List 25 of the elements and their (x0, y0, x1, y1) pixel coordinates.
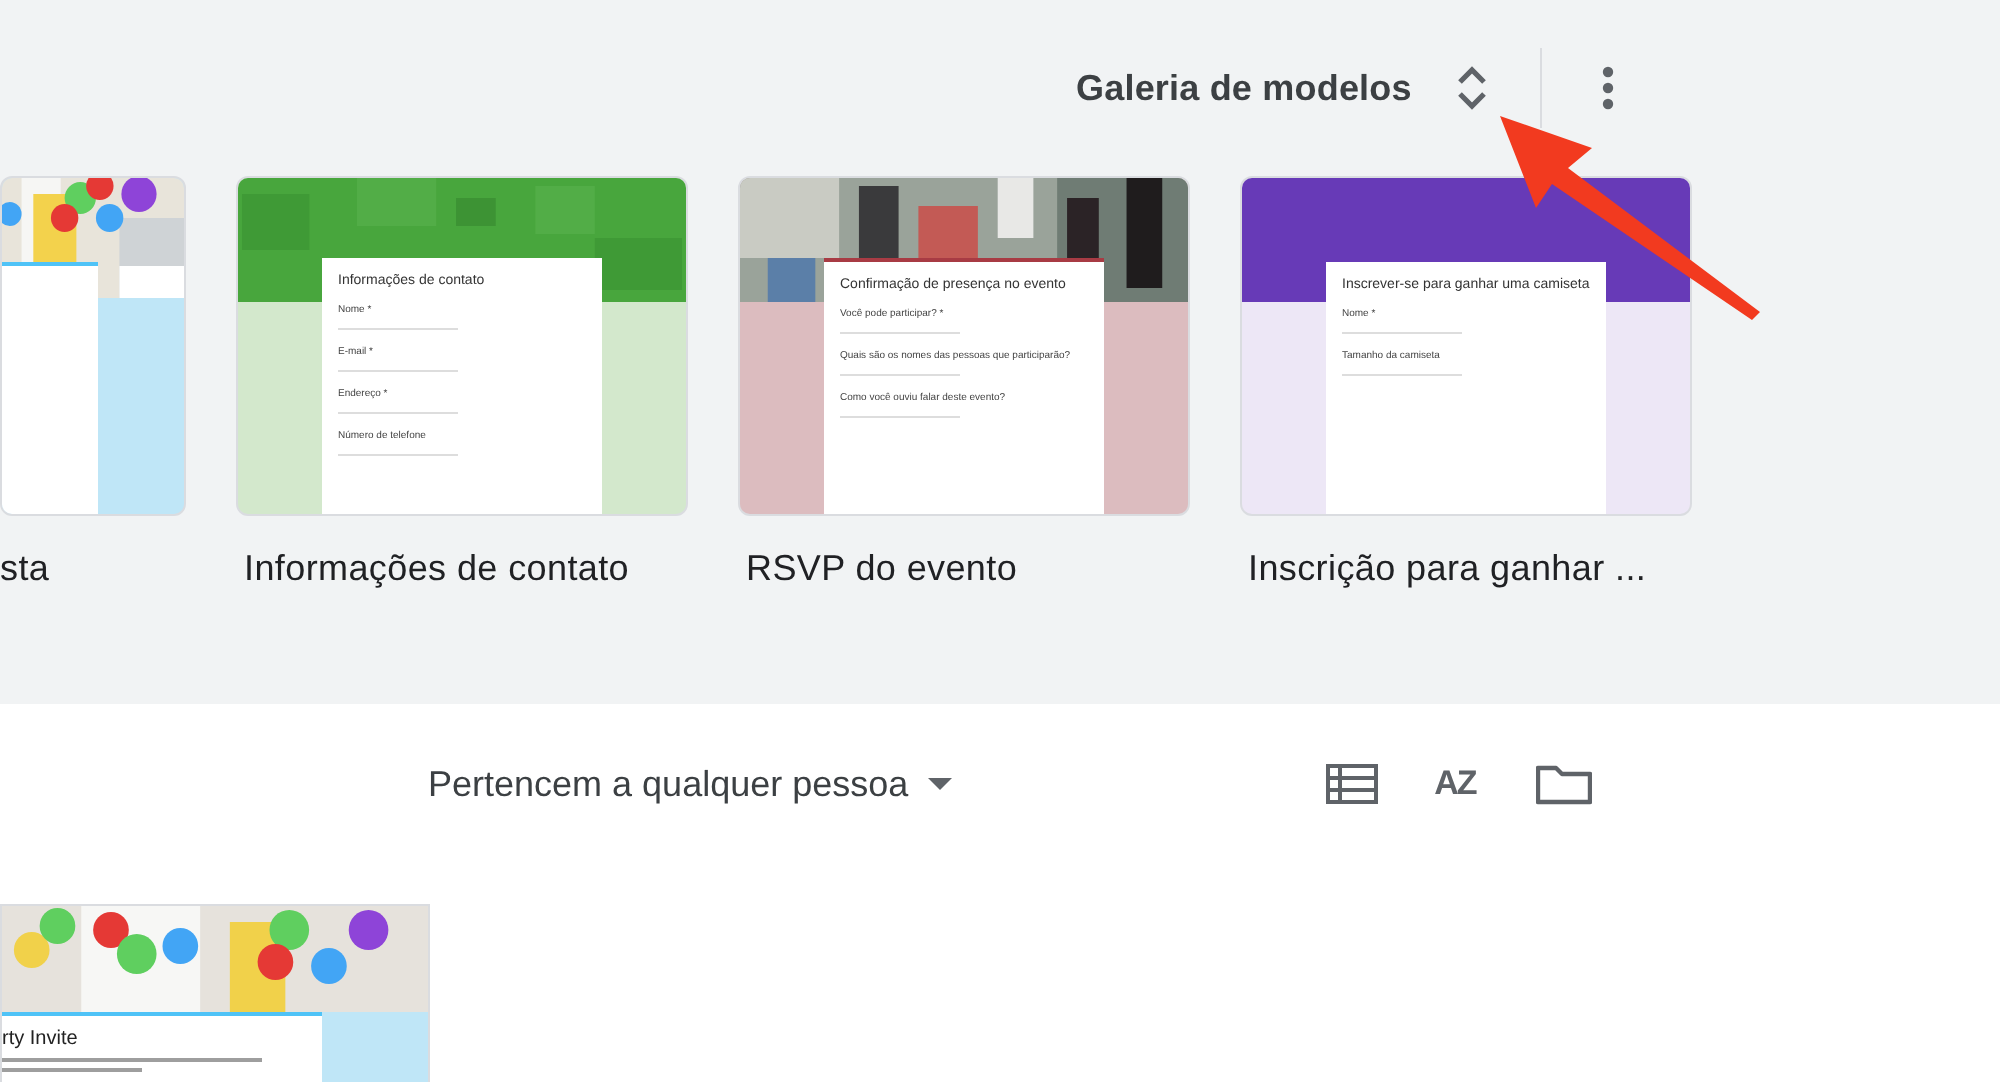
answer-line (1342, 332, 1462, 334)
form-thumbnail[interactable]: rty Invite (0, 904, 430, 1082)
template-name: sta (0, 548, 52, 590)
side-panel (322, 1012, 428, 1082)
answer-line (338, 454, 458, 456)
sort-button[interactable]: AZ (1434, 764, 1476, 804)
answer-line (840, 332, 960, 334)
answer-line (1342, 374, 1462, 376)
form-title: rty Invite (2, 1028, 80, 1050)
answer-line (338, 412, 458, 414)
answer-line (840, 374, 960, 376)
answer-line (840, 416, 960, 418)
folder-icon[interactable] (1535, 762, 1592, 806)
template-name: Inscrição para ganhar ... (1246, 548, 1649, 590)
template-name: RSVP do evento (744, 548, 1020, 590)
answer-line (338, 328, 458, 330)
list-view-icon[interactable] (1326, 764, 1379, 804)
gallery-title[interactable]: Galeria de modelos (1076, 67, 1412, 109)
more-options-icon[interactable] (1601, 66, 1614, 110)
caret-icon (928, 777, 953, 791)
template-thumbnail[interactable] (0, 176, 186, 516)
template-name: Informações de contato (242, 548, 632, 590)
answer-line (338, 370, 458, 372)
expand-icon[interactable] (1455, 66, 1488, 110)
owner-filter-dropdown[interactable]: Pertencem a qualquer pessoa (424, 755, 957, 813)
